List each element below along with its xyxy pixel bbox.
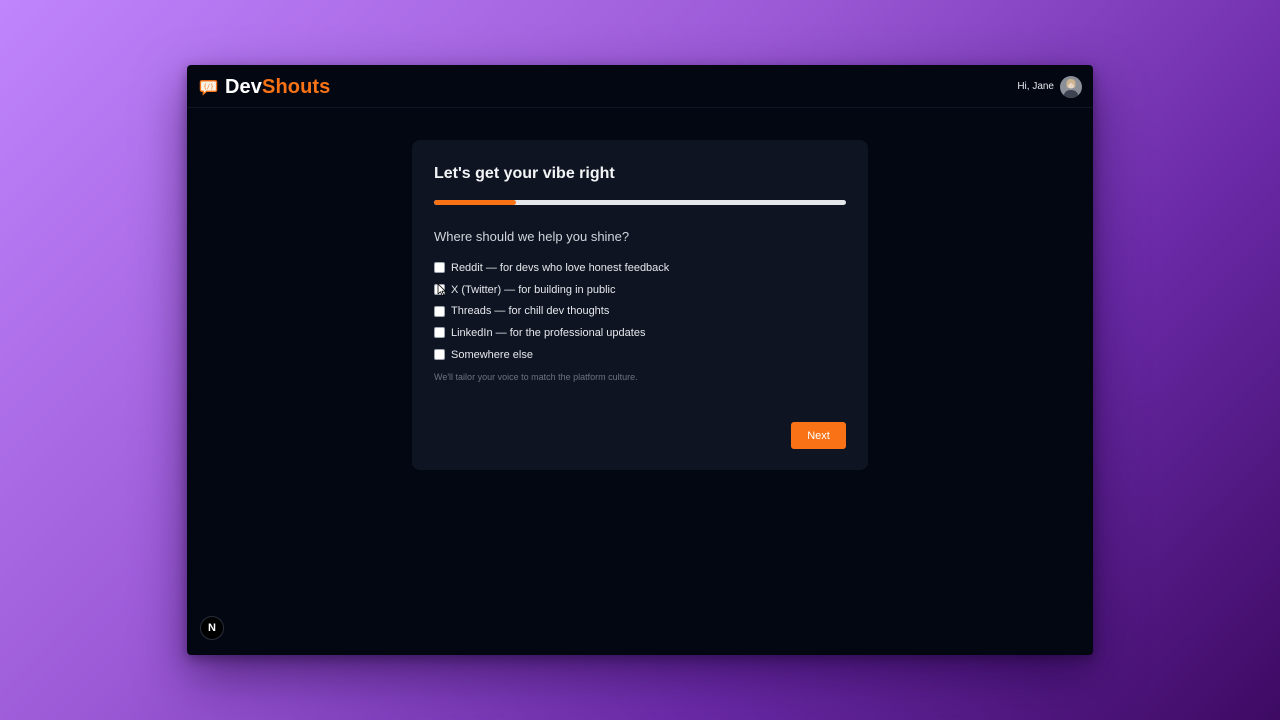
option-somewhere-else[interactable]: Somewhere else: [434, 344, 844, 366]
top-navigation-bar: {/} DevShouts Hi, Jane: [187, 65, 1093, 108]
option-reddit[interactable]: Reddit — for devs who love honest feedba…: [434, 257, 844, 279]
somewhere-else-checkbox[interactable]: [434, 349, 445, 361]
linkedin-checkbox[interactable]: [434, 327, 445, 339]
question-text: Where should we help you shine?: [434, 229, 630, 244]
brand-name-dev: Dev: [225, 76, 262, 98]
option-x-twitter[interactable]: X (Twitter) — for building in public: [434, 279, 844, 301]
next-button[interactable]: Next: [791, 422, 846, 449]
reddit-checkbox[interactable]: [434, 262, 445, 274]
user-menu[interactable]: Hi, Jane: [1017, 75, 1082, 98]
brand-name: DevShouts: [225, 75, 330, 99]
user-greeting: Hi, Jane: [1017, 81, 1054, 92]
option-linkedin[interactable]: LinkedIn — for the professional updates: [434, 322, 844, 344]
onboarding-card: Let's get your vibe right Where should w…: [412, 140, 868, 470]
option-label: LinkedIn — for the professional updates: [451, 326, 646, 339]
brand-name-shouts: Shouts: [262, 76, 331, 98]
brand-logo[interactable]: {/} DevShouts: [199, 75, 330, 99]
progress-bar: [434, 200, 846, 205]
platform-options: Reddit — for devs who love honest feedba…: [434, 257, 844, 365]
card-title: Let's get your vibe right: [434, 165, 615, 182]
option-label: X (Twitter) — for building in public: [451, 283, 616, 296]
option-label: Threads — for chill dev thoughts: [451, 305, 610, 318]
hint-text: We'll tailor your voice to match the pla…: [434, 372, 638, 382]
user-avatar-icon[interactable]: [1060, 75, 1082, 98]
option-threads[interactable]: Threads — for chill dev thoughts: [434, 300, 844, 322]
x-twitter-checkbox[interactable]: [434, 284, 445, 296]
option-label: Reddit — for devs who love honest feedba…: [451, 261, 670, 274]
n-logo-icon[interactable]: N: [200, 616, 224, 640]
option-label: Somewhere else: [451, 348, 533, 361]
speech-bubble-code-icon: {/}: [199, 79, 218, 96]
progress-fill: [434, 200, 517, 205]
app-window: {/} DevShouts Hi, Jane Let's get your vi…: [187, 65, 1093, 655]
svg-text:{/}: {/}: [203, 84, 213, 90]
threads-checkbox[interactable]: [434, 305, 445, 317]
